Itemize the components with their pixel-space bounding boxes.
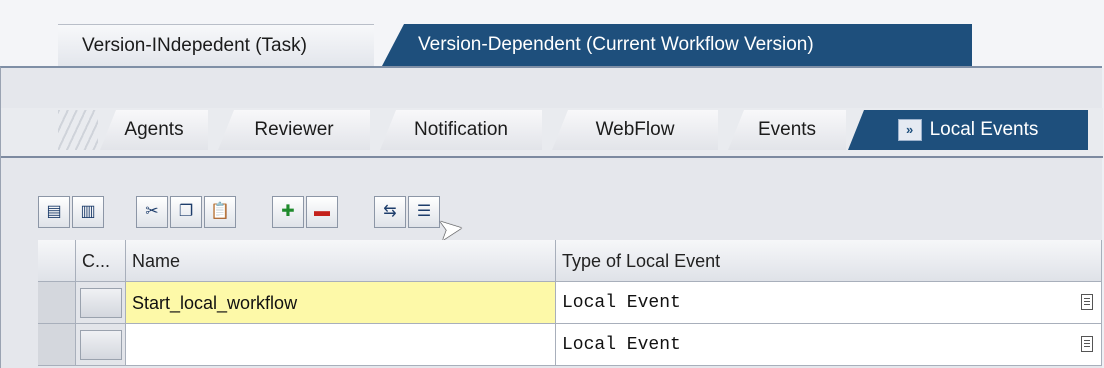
delete-icon: ▬: [314, 203, 330, 220]
tab-notification[interactable]: Notification: [380, 110, 542, 150]
tab-reviewer[interactable]: Reviewer: [218, 110, 370, 150]
row-selector[interactable]: [38, 324, 76, 366]
append-row-button[interactable]: ▤: [38, 196, 70, 228]
tab-local-events[interactable]: » Local Events: [848, 110, 1088, 150]
name-cell[interactable]: Start_local_workflow: [126, 282, 556, 324]
delete-button[interactable]: ▬: [306, 196, 338, 228]
transfer-button[interactable]: ⇆: [374, 196, 406, 228]
details-icon: ☰: [416, 203, 432, 220]
column-header-name[interactable]: Name: [126, 240, 556, 282]
add-button[interactable]: ✚: [272, 196, 304, 228]
paste-button[interactable]: 📋: [204, 196, 236, 228]
row-selector[interactable]: [38, 282, 76, 324]
tab-version-dependent[interactable]: Version-Dependent (Current Workflow Vers…: [382, 24, 972, 66]
insert-row-icon: ▥: [80, 203, 96, 220]
type-value: Local Event: [562, 335, 681, 355]
type-cell[interactable]: Local Event: [556, 282, 1102, 324]
cut-icon: ✂: [145, 203, 159, 220]
tab-events[interactable]: Events: [728, 110, 846, 150]
value-help-icon[interactable]: [1081, 294, 1093, 310]
paste-icon: 📋: [210, 203, 230, 220]
add-icon: ✚: [281, 203, 295, 220]
top-tab-strip: Version-INdepedent (Task) Version-Depend…: [0, 0, 1104, 68]
details-button[interactable]: ☰: [408, 196, 440, 228]
tab-version-independent[interactable]: Version-INdepedent (Task): [58, 24, 374, 66]
copy-icon: ❐: [178, 203, 194, 220]
copy-button[interactable]: ❐: [170, 196, 202, 228]
tab-agents[interactable]: Agents: [100, 110, 208, 150]
table-header: C... Name Type of Local Event: [38, 240, 1102, 282]
sub-tab-divider: [1, 156, 1103, 158]
table-row: Start_local_workflow Local Event: [38, 282, 1102, 324]
column-header-c[interactable]: C...: [76, 240, 126, 282]
type-value: Local Event: [562, 293, 681, 313]
insert-row-button[interactable]: ▥: [72, 196, 104, 228]
row-checkbox-button[interactable]: [80, 288, 122, 318]
select-all-cell[interactable]: [38, 240, 76, 282]
local-events-icon: »: [897, 118, 922, 141]
tab-scroll-hatch: [58, 110, 98, 150]
transfer-icon: ⇆: [383, 203, 397, 220]
type-cell[interactable]: Local Event: [556, 324, 1102, 366]
column-header-type[interactable]: Type of Local Event: [556, 240, 1102, 282]
value-help-icon[interactable]: [1081, 336, 1093, 352]
checkbox-cell: [76, 324, 126, 366]
tab-webflow[interactable]: WebFlow: [552, 110, 718, 150]
checkbox-cell: [76, 282, 126, 324]
table-row: Local Event: [38, 324, 1102, 366]
tab-local-events-label: Local Events: [929, 119, 1039, 140]
row-checkbox-button[interactable]: [80, 330, 122, 360]
append-row-icon: ▤: [46, 203, 62, 220]
cut-button[interactable]: ✂: [136, 196, 168, 228]
name-cell[interactable]: [126, 324, 556, 366]
